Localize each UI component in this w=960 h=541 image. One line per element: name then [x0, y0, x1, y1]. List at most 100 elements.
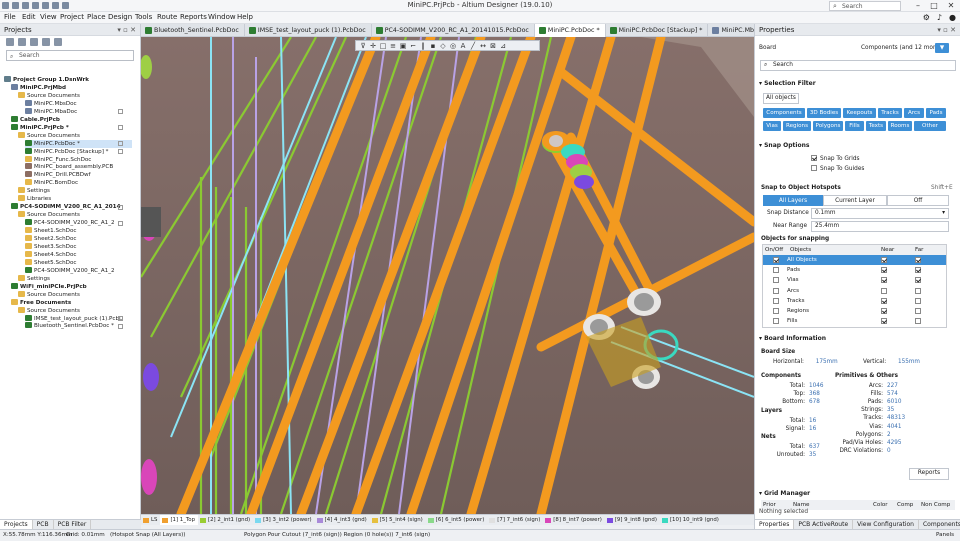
tab-pcb-activeroute[interactable]: PCB ActiveRoute	[794, 520, 854, 529]
snap-to-guides-option[interactable]: Snap To Guides	[811, 165, 864, 173]
tree-item[interactable]: WiFi_miniPCIe.PrjPcb	[11, 282, 87, 291]
tab-projects[interactable]: Projects	[0, 520, 33, 529]
doc-tab[interactable]: IMSE_test_layout_puck (1).PcbDoc	[245, 24, 372, 37]
move-icon[interactable]: ✛	[369, 42, 377, 50]
panels-button[interactable]: Panels	[936, 530, 954, 541]
route-icon[interactable]: ⌐	[409, 42, 417, 50]
tree-item[interactable]: MiniPC_Func.SchDoc	[25, 155, 91, 164]
snap-object-row[interactable]: Regions	[763, 306, 946, 316]
projects-search-input[interactable]: ⌕ Search	[6, 50, 134, 61]
tree-item[interactable]: Settings	[18, 187, 50, 195]
layer-tab[interactable]: [5] 5_int4 (sign)	[370, 515, 426, 525]
layer-tab[interactable]: [3] 3_int2 (power)	[253, 515, 315, 525]
component-icon[interactable]: ▣	[399, 42, 407, 50]
all-objects-button[interactable]: All objects	[763, 93, 799, 104]
tree-item[interactable]: MiniPC.BomDoc	[25, 179, 78, 187]
tab-pcb[interactable]: PCB	[33, 520, 54, 529]
tree-item[interactable]: Project Group 1.DsnWrk	[4, 76, 89, 84]
gear-icon[interactable]: ⚙	[923, 14, 930, 22]
measure-icon[interactable]: ⊿	[499, 42, 507, 50]
far-checkbox[interactable]	[915, 297, 921, 304]
tree-item[interactable]: Sheet5.SchDoc	[25, 258, 77, 267]
save-project-icon[interactable]	[6, 38, 14, 46]
near-checkbox[interactable]	[881, 257, 887, 263]
tab-view-configuration[interactable]: View Configuration	[853, 520, 919, 529]
select-icon[interactable]: □	[379, 42, 387, 50]
near-checkbox[interactable]	[881, 318, 887, 325]
far-checkbox[interactable]	[915, 287, 921, 294]
tree-item[interactable]: Sheet2.SchDoc	[25, 235, 77, 243]
tree-item[interactable]: Source Documents	[18, 290, 80, 299]
settings-icon[interactable]	[54, 38, 62, 46]
snap-object-row[interactable]: Tracks	[763, 296, 946, 306]
seg-all-layers[interactable]: All Layers	[763, 195, 823, 206]
tree-item[interactable]: MiniPC.PrjMbd	[11, 83, 66, 92]
snap-object-row[interactable]: Fills	[763, 316, 946, 326]
tree-item[interactable]: Source Documents	[18, 91, 80, 100]
near-checkbox[interactable]	[881, 277, 887, 284]
filter-icon[interactable]: ⊽	[359, 42, 367, 50]
dimension-icon[interactable]: ↔	[479, 42, 487, 50]
doc-tab[interactable]: PC4-SODIMM_V200_RC_A1_20141015.PcbDoc	[372, 24, 535, 37]
onoff-checkbox[interactable]	[773, 257, 779, 263]
layer-tab[interactable]: [4] 4_int3 (gnd)	[315, 515, 370, 525]
menu-project[interactable]: Project	[60, 13, 84, 21]
via-icon[interactable]: ◎	[449, 42, 457, 50]
doc-tab[interactable]: MiniPC.PcbDoc *	[534, 24, 606, 37]
tab-pcb-filter[interactable]: PCB Filter	[54, 520, 92, 529]
tree-item[interactable]: Bluetooth_Sentinel.PcbDoc *	[25, 322, 114, 330]
menu-help[interactable]: Help	[237, 13, 253, 21]
tree-item[interactable]: MiniPC_board_assembly.PCB	[25, 163, 113, 171]
menu-design[interactable]: Design	[108, 13, 132, 21]
tree-item[interactable]: MiniPC.PcbDoc *	[25, 139, 132, 148]
near-checkbox[interactable]	[881, 297, 887, 304]
tree-item[interactable]: PC4-SODIMM_V200_RC_A1_2014	[11, 203, 120, 211]
doc-tab[interactable]: Bluetooth_Sentinel.PcbDoc	[141, 24, 245, 37]
add-icon[interactable]	[30, 38, 38, 46]
minimize-button[interactable]: –	[910, 0, 926, 12]
far-checkbox[interactable]	[915, 277, 921, 284]
reports-button[interactable]: Reports	[909, 468, 949, 480]
onoff-checkbox[interactable]	[773, 308, 779, 314]
tree-item[interactable]: MiniPC.MbsDoc	[25, 99, 77, 108]
layer-tab[interactable]: [7] 7_int6 (sign)	[487, 515, 543, 525]
fill-icon[interactable]: ▪	[429, 42, 437, 50]
layer-tab[interactable]: [6] 6_int5 (power)	[426, 515, 488, 525]
filter-toggle-button[interactable]: 3D Bodies	[807, 108, 841, 118]
tree-item[interactable]: Source Documents	[18, 211, 80, 219]
tree-item[interactable]: Free Documents	[11, 298, 71, 307]
menu-route[interactable]: Route	[157, 13, 177, 21]
board-information-header[interactable]: ▾ Board Information	[755, 334, 960, 344]
tree-item[interactable]: Cable.PrjPcb	[11, 115, 60, 124]
polygon-icon[interactable]: ◇	[439, 42, 447, 50]
grid-manager-header[interactable]: ▾ Grid Manager	[755, 489, 960, 499]
snap-options-header[interactable]: ▾ Snap Options	[755, 141, 960, 151]
tree-item[interactable]: Sheet1.SchDoc	[25, 227, 77, 235]
filter-toggle-button[interactable]: Pads	[926, 108, 946, 118]
seg-current-layer[interactable]: Current Layer	[823, 195, 887, 206]
diff-pair-icon[interactable]: ‖	[419, 42, 427, 50]
user-icon[interactable]: ●	[949, 14, 956, 22]
menu-place[interactable]: Place	[87, 13, 106, 21]
filter-toggle-button[interactable]: Arcs	[904, 108, 924, 118]
filter-toggle-button[interactable]: Rooms	[888, 121, 912, 131]
layer-tab[interactable]: [9] 9_int8 (gnd)	[605, 515, 660, 525]
tab-properties[interactable]: Properties	[755, 520, 795, 529]
menu-view[interactable]: View	[40, 13, 57, 21]
near-checkbox[interactable]	[881, 267, 887, 274]
far-checkbox[interactable]	[915, 318, 921, 325]
folder-icon[interactable]	[42, 38, 50, 46]
menu-edit[interactable]: Edit	[22, 13, 36, 21]
onoff-checkbox[interactable]	[773, 318, 779, 325]
doc-tab[interactable]: MiniPC.PcbDoc [Stackup] *	[606, 24, 709, 37]
onoff-checkbox[interactable]	[773, 277, 779, 284]
far-checkbox[interactable]	[915, 267, 921, 274]
tree-item[interactable]: MiniPC.PrjPcb *	[11, 123, 69, 132]
tree-item[interactable]: Settings	[18, 274, 50, 283]
tree-item[interactable]: MiniPC.PcbDoc [Stackup] *	[25, 147, 108, 156]
filter-toggle-button[interactable]: Texts	[866, 121, 886, 131]
onoff-checkbox[interactable]	[773, 287, 779, 294]
global-search-input[interactable]: ⌕ Search	[829, 1, 901, 11]
close-button[interactable]: ✕	[943, 0, 959, 12]
line-icon[interactable]: ╱	[469, 42, 477, 50]
